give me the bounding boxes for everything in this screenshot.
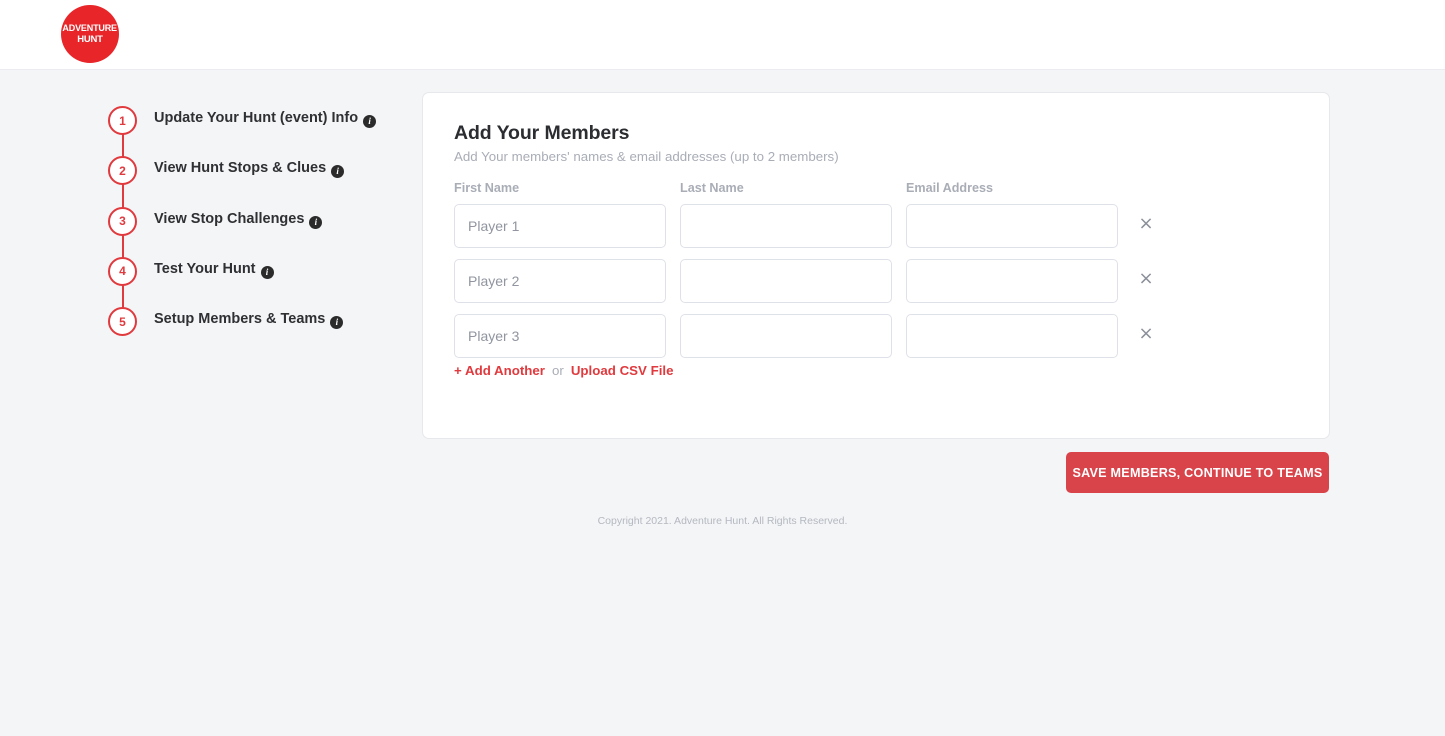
add-another-link[interactable]: + Add Another <box>454 363 545 378</box>
page-subtitle: Add Your members' names & email addresse… <box>454 149 839 164</box>
close-icon[interactable]: × <box>1136 269 1156 289</box>
step-label-4-text: Test Your Hunt <box>154 260 256 277</box>
sidebar-item-view-stop-challenges[interactable]: 3 View Stop Challenges i <box>108 206 408 271</box>
logo-line-1: ADVENTURE <box>62 23 118 34</box>
member-actions-links: + Add Another or Upload CSV File <box>454 363 674 378</box>
logo-line-2: HUNT <box>77 33 103 45</box>
sidebar-item-view-hunt-stops[interactable]: 2 View Hunt Stops & Clues i <box>108 156 408 221</box>
column-header-email: Email Address <box>906 181 994 195</box>
step-label-2: View Hunt Stops & Clues i <box>154 160 345 179</box>
close-icon[interactable]: × <box>1136 214 1156 234</box>
info-icon[interactable]: i <box>330 316 344 330</box>
info-icon[interactable]: i <box>331 165 345 179</box>
top-header-bar: ADVENTURE HUNT <box>0 0 1445 70</box>
save-members-button[interactable]: SAVE MEMBERS, CONTINUE TO TEAMS <box>1066 452 1329 493</box>
step-number-1: 1 <box>108 106 137 135</box>
sidebar-item-setup-members-teams[interactable]: 5 Setup Members & Teams i <box>108 307 408 357</box>
email-input[interactable] <box>906 204 1118 248</box>
sidebar-item-test-your-hunt[interactable]: 4 Test Your Hunt i <box>108 256 408 321</box>
column-header-last-name: Last Name <box>680 181 744 195</box>
first-name-input[interactable] <box>454 204 666 248</box>
step-label-3-text: View Stop Challenges <box>154 210 305 227</box>
member-row: × <box>454 314 1304 358</box>
page-title: Add Your Members <box>454 122 630 144</box>
first-name-input[interactable] <box>454 259 666 303</box>
step-label-1: Update Your Hunt (event) Info i <box>154 110 377 128</box>
step-label-3: View Stop Challenges i <box>154 210 323 229</box>
step-number-3: 3 <box>108 206 137 236</box>
email-input[interactable] <box>906 259 1118 303</box>
sidebar-item-update-hunt-info[interactable]: 1 Update Your Hunt (event) Info i <box>108 106 408 170</box>
close-icon[interactable]: × <box>1136 324 1156 344</box>
step-number-5: 5 <box>108 307 137 337</box>
info-icon[interactable]: i <box>260 265 274 279</box>
or-separator: or <box>551 363 564 378</box>
step-label-5: Setup Members & Teams i <box>154 311 344 330</box>
step-number-2: 2 <box>108 156 137 186</box>
upload-csv-link[interactable]: Upload CSV File <box>571 363 674 378</box>
footer-copyright: Copyright 2021. Adventure Hunt. All Righ… <box>597 515 848 527</box>
adventure-hunt-logo[interactable]: ADVENTURE HUNT <box>61 5 119 63</box>
email-input[interactable] <box>906 314 1118 358</box>
step-label-4: Test Your Hunt i <box>154 261 274 279</box>
step-navigation: 1 Update Your Hunt (event) Info i 2 View … <box>108 106 408 357</box>
add-members-card: Add Your Members Add Your members' names… <box>422 92 1330 439</box>
last-name-input[interactable] <box>680 314 892 358</box>
info-icon[interactable]: i <box>309 215 323 229</box>
column-header-first-name: First Name <box>454 181 520 195</box>
member-row: × <box>454 204 1304 248</box>
member-row: × <box>454 259 1304 303</box>
last-name-input[interactable] <box>680 204 892 248</box>
last-name-input[interactable] <box>680 259 892 303</box>
step-label-5-text: Setup Members & Teams <box>154 311 326 328</box>
page-body: 1 Update Your Hunt (event) Info i 2 View … <box>0 70 1445 736</box>
step-label-1-text: Update Your Hunt (event) Info <box>154 110 359 126</box>
first-name-input[interactable] <box>454 314 666 358</box>
step-number-4: 4 <box>108 256 137 286</box>
step-label-2-text: View Hunt Stops & Clues <box>154 160 327 177</box>
info-icon[interactable]: i <box>363 115 377 128</box>
